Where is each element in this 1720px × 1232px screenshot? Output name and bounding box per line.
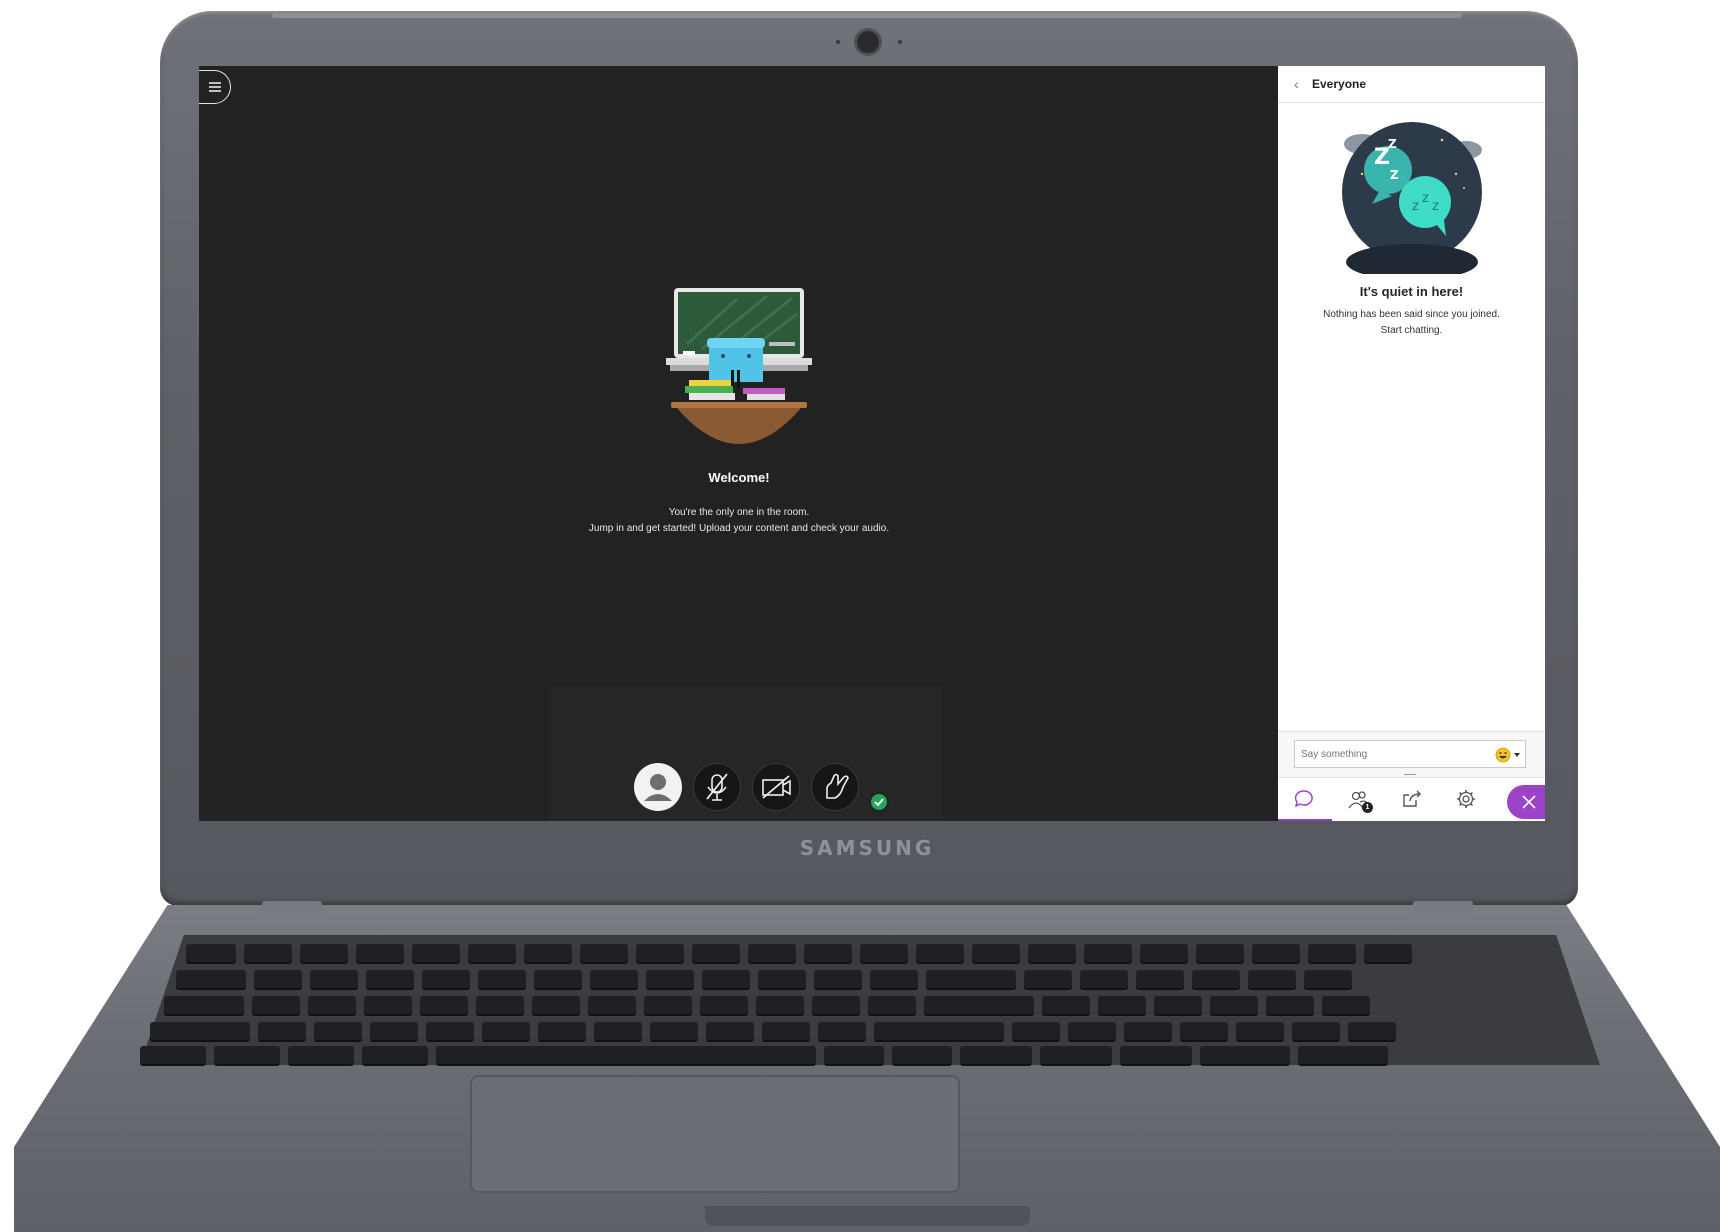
hamburger-icon xyxy=(209,82,221,92)
close-icon xyxy=(1522,795,1536,809)
welcome-title: Welcome! xyxy=(708,470,770,485)
svg-text:z: z xyxy=(1412,199,1419,214)
empty-chat-message: Nothing has been said since you joined. xyxy=(1323,309,1500,320)
meeting-stage: Welcome! You're the only one in the room… xyxy=(199,66,1279,821)
svg-text:Z: Z xyxy=(1388,137,1397,151)
chat-message-input[interactable] xyxy=(1294,740,1526,768)
key-row xyxy=(176,970,1352,988)
close-panel-button[interactable] xyxy=(1507,785,1545,819)
camera-off-icon xyxy=(762,775,791,799)
hinge-left xyxy=(262,901,322,913)
webcam-sensor-left xyxy=(836,40,840,44)
welcome-instructions: Jump in and get started! Upload your con… xyxy=(588,523,890,534)
trackpad xyxy=(470,1075,960,1193)
chat-compose-area xyxy=(1278,731,1545,777)
back-chevron-icon[interactable]: ‹ xyxy=(1294,76,1299,92)
svg-text:z: z xyxy=(1432,199,1439,214)
user-avatar-icon xyxy=(644,774,672,801)
hinge-right xyxy=(1413,901,1473,913)
brand-logo: SAMSUNG xyxy=(799,836,935,860)
my-status-button[interactable] xyxy=(634,763,682,811)
gear-icon xyxy=(1457,790,1475,808)
empty-chat-hint: Start chatting. xyxy=(1380,325,1443,336)
microphone-toggle-button[interactable] xyxy=(693,763,741,811)
lid-edge xyxy=(272,13,1462,18)
front-notch xyxy=(705,1206,1030,1226)
raise-hand-button[interactable] xyxy=(811,763,859,811)
microphone-muted-icon xyxy=(706,773,728,801)
camera-toggle-button[interactable] xyxy=(752,763,800,811)
tab-chat[interactable] xyxy=(1278,778,1332,821)
chat-bubble-icon xyxy=(1294,790,1313,808)
webcam-sensor-right xyxy=(898,40,902,44)
tab-attendees[interactable]: 1 xyxy=(1332,778,1386,821)
chat-channel-title: Everyone xyxy=(1312,77,1367,91)
session-menu-button[interactable] xyxy=(199,70,231,104)
key-row xyxy=(186,944,1412,962)
chat-panel: ‹ Everyone Z Z Z z z z It's quiet in her… xyxy=(1278,66,1545,821)
tab-share-content[interactable] xyxy=(1386,778,1440,821)
tab-settings[interactable] xyxy=(1440,778,1494,821)
svg-text:Z: Z xyxy=(1390,168,1399,182)
svg-text:z: z xyxy=(1422,191,1429,206)
empty-chat-title: It's quiet in here! xyxy=(1359,284,1464,299)
key-row xyxy=(164,996,1370,1014)
emoji-picker-button[interactable] xyxy=(1494,746,1524,764)
key-row xyxy=(150,1022,1396,1040)
panel-tab-bar: 1 xyxy=(1278,777,1545,821)
welcome-message: You're the only one in the room. xyxy=(668,507,810,518)
key-row xyxy=(140,1046,1388,1064)
attendee-count-badge: 1 xyxy=(1362,802,1373,813)
classroom-illustration-icon xyxy=(666,288,812,444)
emoji-picker-icon xyxy=(1495,747,1520,763)
status-check-icon xyxy=(869,792,889,812)
share-content-icon xyxy=(1403,790,1421,807)
sleeping-chat-illustration-icon: Z Z Z z z z xyxy=(1342,122,1482,274)
raise-hand-icon xyxy=(826,773,849,799)
laptop-screen: Welcome! You're the only one in the room… xyxy=(199,66,1545,821)
webcam xyxy=(857,31,879,53)
panel-header: ‹ Everyone xyxy=(1278,66,1545,103)
